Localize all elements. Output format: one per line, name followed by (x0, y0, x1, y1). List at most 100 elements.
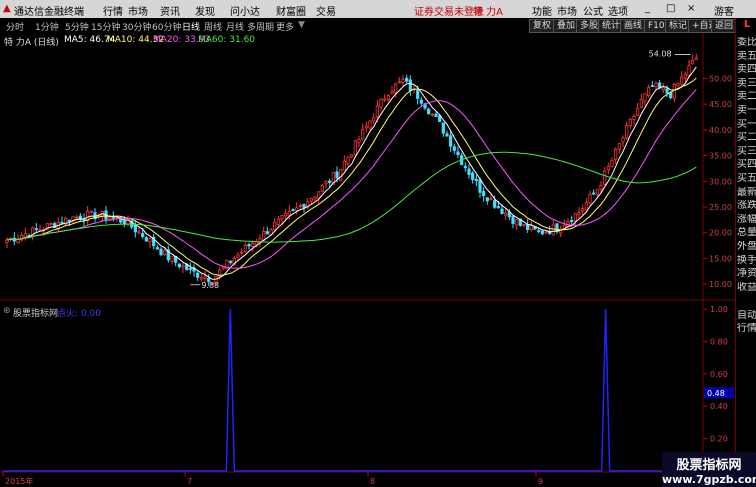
candle (570, 220, 574, 223)
candle (504, 212, 508, 216)
user-label[interactable]: 游客 (714, 3, 734, 18)
candle (34, 228, 38, 230)
menu-item-ask[interactable]: 问小达 (230, 3, 260, 18)
panel-item: 收益 (737, 281, 756, 293)
candle (474, 178, 478, 182)
candle (595, 189, 599, 196)
menu-item-trade[interactable]: 交易 (316, 3, 336, 18)
candle (236, 254, 240, 258)
candle (379, 98, 383, 108)
auto-label[interactable]: 自动 (737, 310, 756, 322)
indicator-tick-label: 0.80 (710, 337, 728, 346)
panel-corner-label: L (743, 19, 751, 30)
candle (496, 206, 500, 209)
indicator-tick-label: 0.60 (710, 370, 728, 379)
period-tab-more[interactable]: 更多 (276, 20, 294, 33)
candle (383, 98, 387, 101)
menu-item-market-right[interactable]: 市场 (557, 3, 577, 18)
back-button[interactable]: 返回 (711, 19, 738, 33)
indicator-settings-icon[interactable]: ⊕ (3, 306, 11, 316)
ma60-line (6, 151, 697, 243)
candle (430, 113, 434, 116)
candle (199, 277, 203, 280)
candle (577, 212, 581, 216)
candle (265, 231, 269, 235)
candle (478, 179, 482, 193)
menu-item-news[interactable]: 资讯 (160, 3, 180, 18)
menu-item-formula[interactable]: 公式 (583, 3, 603, 18)
candle (262, 230, 266, 241)
candle (606, 165, 610, 171)
menu-item-options[interactable]: 选项 (608, 3, 628, 18)
panel-item: 涨幅 (737, 213, 756, 225)
candle (511, 215, 515, 224)
period-tab-intraday[interactable]: 分时 (6, 20, 24, 33)
period-tab-60min[interactable]: 60分钟 (152, 20, 181, 33)
stock-tag: 特 力A (473, 7, 504, 18)
candle (621, 137, 625, 143)
candle (573, 213, 577, 222)
candle (247, 243, 251, 247)
price-tick-label: 30.00 (709, 177, 732, 186)
candle (584, 202, 588, 211)
close-button[interactable]: × (687, 3, 695, 14)
menu-item-discover[interactable]: 发现 (195, 3, 215, 18)
period-tab-30min[interactable]: 30分钟 (122, 20, 151, 33)
menu-bar: ▲ 通达信金融终端 行情 市场 资讯 发现 问小达 财富圈 交易 证券交易未登录… (0, 0, 756, 18)
period-tab-5min[interactable]: 5分钟 (65, 20, 89, 33)
maximize-button[interactable]: □ (666, 3, 675, 14)
candle (75, 216, 79, 219)
panel-item: 涨跌 (737, 200, 756, 212)
period-tab-15min[interactable]: 15分钟 (91, 20, 120, 33)
draw-line-button[interactable]: 画线 (620, 19, 647, 33)
candle (386, 95, 390, 101)
candle (647, 87, 651, 97)
period-tab-multi[interactable]: 多周期 (247, 20, 274, 33)
candle (339, 168, 343, 181)
ignition-line (3, 308, 702, 472)
panel-item: 买一 (737, 118, 756, 130)
price-tick-label: 40.00 (709, 126, 732, 135)
candle (405, 77, 409, 82)
candle (133, 224, 137, 233)
candle (361, 129, 365, 140)
panel-item: 买四 (737, 159, 756, 171)
period-tab-monthly[interactable]: 月线 (226, 20, 244, 33)
candle (603, 170, 607, 185)
candle (342, 161, 346, 171)
indicator-name[interactable]: 股票指标网 (13, 306, 58, 319)
candle (309, 198, 313, 202)
candle (251, 242, 255, 247)
adjust-button[interactable]: 复权 (529, 19, 556, 33)
period-tab-1min[interactable]: 1分钟 (35, 20, 59, 33)
menu-item-wealth-circle[interactable]: 财富圈 (276, 3, 306, 18)
period-tab-daily[interactable]: 日线 (182, 20, 200, 33)
candle (335, 171, 339, 179)
period-tab-weekly[interactable]: 周线 (204, 20, 222, 33)
kline-chart[interactable]: 50.00 45.00 40.00 35.00 30.00 25.00 20.00 15.00… (0, 33, 735, 487)
candle (141, 233, 145, 237)
candle (317, 191, 321, 199)
candle (665, 88, 669, 94)
minimize-button[interactable]: _ (645, 3, 650, 14)
candle (463, 165, 467, 169)
price-tick-label: 50.00 (709, 74, 732, 83)
candle (196, 272, 200, 278)
candle (636, 108, 640, 116)
panel-item: 委比 (737, 37, 756, 48)
watermark-title: 股票指标网 (676, 458, 742, 473)
price-tick-label: 10.00 (709, 280, 732, 289)
candle (683, 73, 687, 79)
candle (159, 248, 163, 256)
menu-item-market-quotes[interactable]: 行情 (103, 3, 123, 18)
price-axis: 50.00 45.00 40.00 35.00 30.00 25.00 20.00 15.00… (190, 49, 732, 290)
quote-label[interactable]: 行情 (737, 323, 756, 335)
candle (588, 194, 592, 204)
watermark: 股票指标网 www.7gpzb.com (662, 452, 756, 487)
menu-item-functions[interactable]: 功能 (532, 3, 552, 18)
indicator-pane: 1.00 0.80 0.60 0.40 0.20 0.48 (3, 305, 734, 472)
candle (313, 196, 317, 200)
candle (401, 79, 405, 83)
menu-item-market[interactable]: 市场 (128, 3, 148, 18)
candle (581, 208, 585, 212)
